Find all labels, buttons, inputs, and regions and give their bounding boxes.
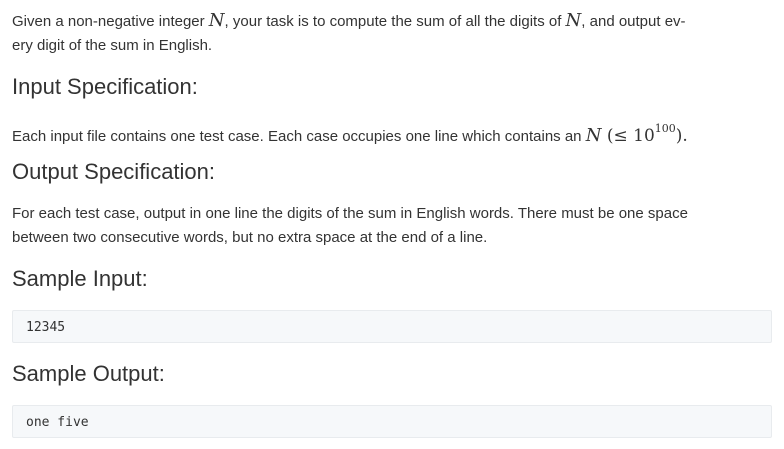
intro-text-line-2: ery digit of the sum in English. (12, 37, 213, 54)
output-spec-line-2: between two consecutive words, but no ex… (12, 229, 488, 246)
intro-text-3: , and output ev- (581, 13, 686, 30)
math-exponent: 100 (654, 122, 676, 135)
math-var-n: N (565, 10, 582, 31)
math-base: 10 (627, 126, 655, 146)
math-close-paren: ). (675, 126, 688, 146)
input-spec-text: Each input file contains one test case. … (12, 128, 586, 145)
sample-input-code-block: 12345 (12, 310, 772, 343)
sample-output-heading: Sample Output: (12, 361, 165, 386)
sample-output-code-block: one five (12, 405, 772, 438)
math-leq-symbol: ≤ (613, 126, 628, 146)
intro-paragraph: Given a non-negative integer N, your tas… (12, 9, 774, 58)
math-open-paren: ( (601, 126, 614, 146)
intro-text-2: , your task is to compute the sum of all… (224, 13, 566, 30)
output-spec-line-1: For each test case, output in one line t… (12, 205, 688, 222)
output-spec-paragraph: For each test case, output in one line t… (12, 202, 774, 250)
sample-input-heading: Sample Input: (12, 266, 148, 291)
input-spec-paragraph: Each input file contains one test case. … (12, 117, 774, 149)
output-spec-heading: Output Specification: (12, 159, 216, 184)
input-spec-heading: Input Specification: (12, 74, 198, 99)
math-var-n: N (585, 125, 602, 146)
math-var-n: N (208, 10, 225, 31)
intro-text-1: Given a non-negative integer (12, 13, 209, 30)
